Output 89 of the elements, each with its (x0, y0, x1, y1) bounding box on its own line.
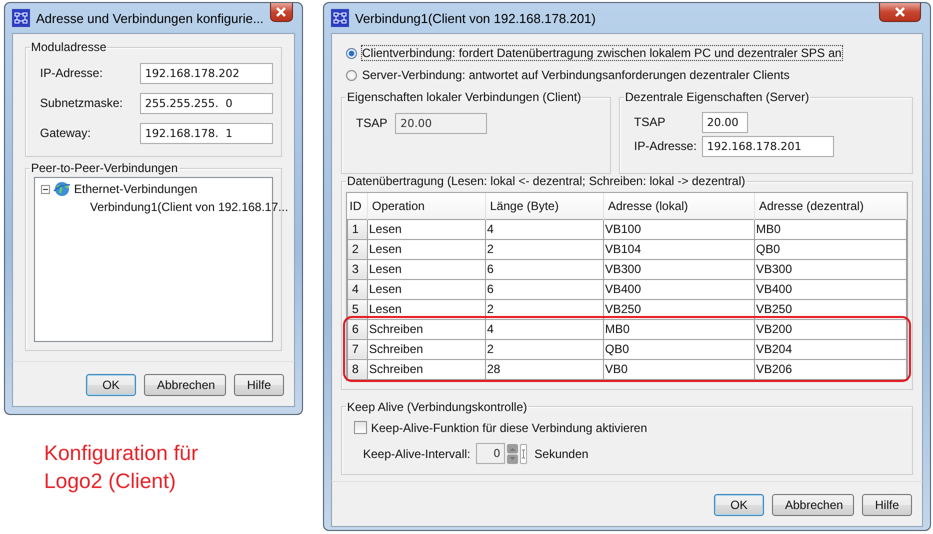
input-field[interactable]: 192.168.178. 1 (140, 122, 273, 144)
table-cell: Lesen (368, 259, 486, 279)
group-label: Eigenschaften lokaler Verbindungen (Client) (346, 90, 582, 104)
field-label: IP-Adresse: (633, 139, 698, 153)
table-cell: QB0 (604, 339, 754, 359)
row-header[interactable]: 7 (348, 339, 368, 359)
caption-text: Konfiguration für Logo2 (Client) (44, 441, 200, 495)
column-header[interactable]: Adresse (lokal) (604, 193, 754, 219)
close-icon (275, 7, 288, 17)
input-field[interactable]: 192.168.178.202 (140, 62, 273, 84)
table-cell: MB0 (604, 319, 754, 339)
close-icon (894, 7, 906, 17)
table-cell: VB104 (604, 239, 754, 259)
radio-button[interactable] (346, 48, 357, 58)
column-header[interactable]: ID (348, 193, 368, 219)
dialog-button[interactable]: OK (86, 374, 136, 396)
group-label: Dezentrale Eigenschaften (Server) (624, 90, 810, 104)
spinner-icon[interactable] (507, 444, 518, 464)
table-cell: VB100 (604, 219, 754, 239)
table-cell: VB300 (604, 259, 754, 279)
table-cell: Lesen (368, 239, 486, 259)
field-label: TSAP (633, 115, 666, 129)
table-cell: Lesen (368, 219, 486, 239)
collapse-icon[interactable] (41, 184, 50, 194)
unit-label: Sekunden (534, 446, 588, 460)
table-cell: QB0 (754, 239, 906, 259)
table-cell: Lesen (368, 299, 486, 319)
field-label: Keep-Alive-Intervall: (363, 446, 472, 460)
row-header[interactable]: 3 (348, 259, 368, 279)
globe-icon (53, 181, 71, 197)
field-label: IP-Adresse: (39, 66, 104, 80)
close-button[interactable] (879, 3, 921, 22)
radio-label[interactable]: Server-Verbindung: antwortet auf Verbindungsanforderungen dezentraler Clients (362, 68, 790, 82)
radio-button[interactable] (346, 70, 357, 80)
column-header[interactable]: Operation (368, 193, 486, 219)
dialog-button[interactable]: Hilfe (862, 494, 912, 516)
field-label: TSAP (355, 116, 388, 130)
app-icon (331, 9, 349, 27)
table-cell: 4 (486, 319, 604, 339)
row-header[interactable]: 1 (348, 219, 368, 239)
table-cell: 6 (486, 259, 604, 279)
table-cell: 6 (486, 279, 604, 299)
close-button[interactable] (270, 3, 293, 22)
row-header[interactable]: 4 (348, 279, 368, 299)
window-title: Verbindung1(Client von 192.168.178.201) (355, 10, 597, 26)
column-header[interactable]: Länge (Byte) (486, 193, 604, 219)
table-cell: VB400 (604, 279, 754, 299)
field-label: Subnetzmaske: (39, 96, 124, 110)
table-cell: MB0 (754, 219, 906, 239)
dialog-button[interactable]: Abbrechen (772, 494, 854, 516)
table-cell: 28 (486, 359, 604, 379)
table-cell: Schreiben (368, 319, 486, 339)
table-cell: VB300 (754, 259, 906, 279)
tree-item[interactable]: Verbindung1(Client von 192.168.17... (90, 200, 288, 214)
group-label: Keep Alive (Verbindungskontrolle) (346, 400, 528, 414)
app-icon (12, 9, 30, 27)
table-cell: Lesen (368, 279, 486, 299)
table-cell: VB250 (754, 299, 906, 319)
table-cell: VB206 (754, 359, 906, 379)
slider-handle-icon[interactable] (520, 444, 528, 464)
table-cell: VB200 (754, 319, 906, 339)
input-field[interactable]: 255.255.255. 0 (140, 92, 273, 114)
checkbox-label[interactable]: Keep-Alive-Funktion für diese Verbindung aktivieren (371, 420, 648, 434)
column-header[interactable]: Adresse (dezentral) (754, 193, 906, 219)
radio-label[interactable]: Clientverbindung: fordert Datenübertragung zwischen lokalem PC und dezentraler SPS an (362, 46, 842, 60)
group-label: Peer-to-Peer-Verbindungen (30, 161, 179, 175)
group-label: Datenübertragung (Lesen: lokal <- dezentral; Schreiben: lokal -> dezentral) (346, 174, 746, 188)
table-cell: 2 (486, 239, 604, 259)
field-label: Gateway: (39, 126, 92, 140)
row-header[interactable]: 8 (348, 359, 368, 379)
input-field[interactable]: 192.168.178.201 (702, 136, 834, 156)
table-cell: Schreiben (368, 359, 486, 379)
table-cell: VB250 (604, 299, 754, 319)
checkbox[interactable] (354, 421, 367, 434)
window-title: Adresse und Verbindungen konfigurie... (36, 10, 264, 26)
table-cell: 2 (486, 339, 604, 359)
table-cell: 2 (486, 299, 604, 319)
row-header[interactable]: 2 (348, 239, 368, 259)
table-cell: VB400 (754, 279, 906, 299)
tree-item[interactable]: Ethernet-Verbindungen (74, 182, 198, 196)
dialog-button[interactable]: Abbrechen (144, 374, 226, 396)
table-cell: VB0 (604, 359, 754, 379)
input-field[interactable]: 20.00 (702, 112, 748, 132)
dialog-button[interactable]: Hilfe (234, 374, 284, 396)
table-cell: VB204 (754, 339, 906, 359)
table-cell: 4 (486, 219, 604, 239)
row-header[interactable]: 6 (348, 319, 368, 339)
dialog-button[interactable]: OK (714, 494, 764, 516)
group-label: Moduladresse (30, 40, 108, 54)
